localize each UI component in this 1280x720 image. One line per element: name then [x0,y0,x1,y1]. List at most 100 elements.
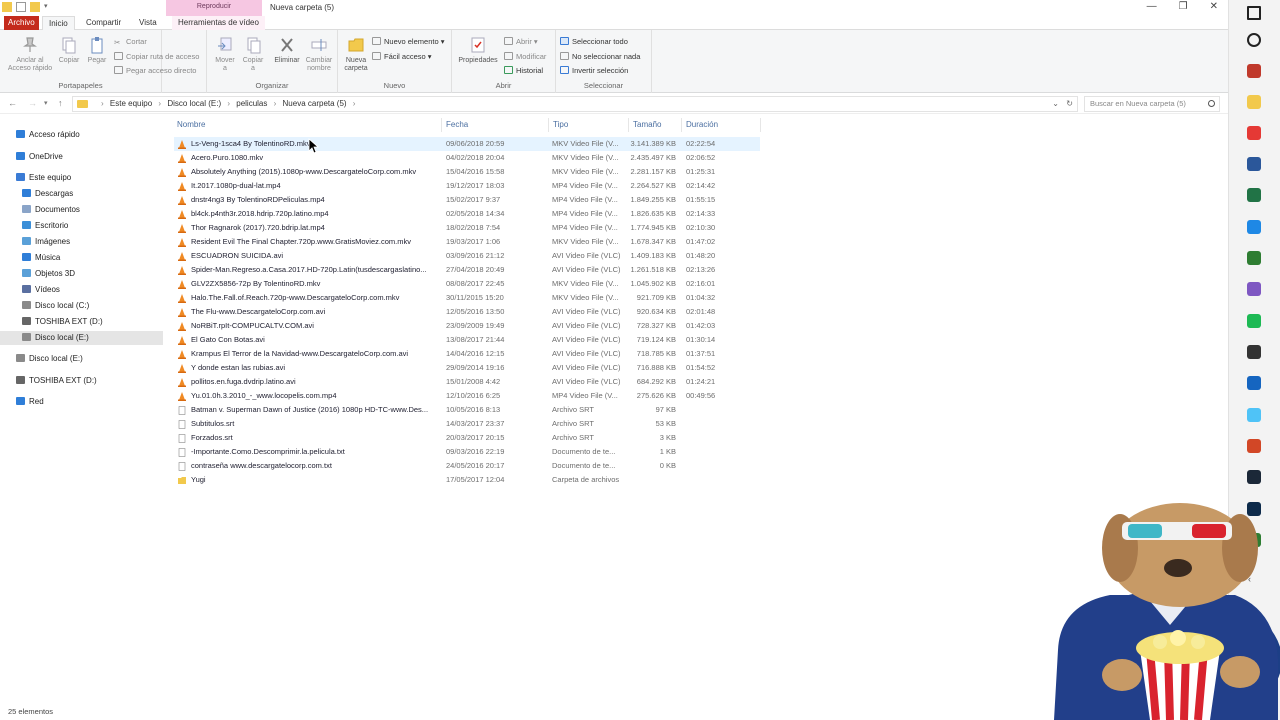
column-header-tipo[interactable]: Tipo [553,118,568,132]
sidebar-item-toshiba-ext[interactable]: TOSHIBA EXT (D:) [16,374,97,388]
close-button[interactable]: ✕ [1210,1,1218,12]
powerpoint-icon[interactable] [1247,439,1261,453]
tab-vista[interactable]: Vista [133,16,163,30]
sidebar-item-red[interactable]: Red [16,395,44,409]
file-row[interactable]: Forzados.srt 20/03/2017 20:15 Archivo SRT 3… [174,431,760,445]
column-header-fecha[interactable]: Fecha [446,118,468,132]
edit-button[interactable]: Modificar [504,52,546,61]
paste-button[interactable]: Pegar [84,36,110,65]
column-divider[interactable] [760,118,761,132]
sidebar-item-disco-e-selected[interactable]: Disco local (E:) [0,331,163,345]
file-row[interactable]: -Importante.Como.Descomprimir.la.pelicul… [174,445,760,459]
file-row[interactable]: The Flu-www.DescargateloCorp.com.avi 12/0… [174,305,760,319]
context-tab-reproducir[interactable]: Reproducir [166,0,262,16]
app-icon[interactable] [1247,64,1261,78]
sidebar-item-descargas[interactable]: Descargas [22,187,73,201]
app-icon[interactable] [1247,408,1261,422]
file-row[interactable]: Spider-Man.Regreso.a.Casa.2017.HD-720p.L… [174,263,760,277]
sidebar-item-disco-c[interactable]: Disco local (C:) [22,299,89,313]
file-row[interactable]: bl4ck.p4nth3r.2018.hdrip.720p.latino.mp4… [174,207,760,221]
windows-icon[interactable] [1247,6,1261,20]
search-input[interactable]: Buscar en Nueva carpeta (5) [1084,96,1220,112]
app-icon[interactable] [1247,251,1261,265]
tab-archivo[interactable]: Archivo [4,16,39,30]
media-icon[interactable] [1247,345,1261,359]
file-explorer-icon[interactable] [1247,95,1261,109]
file-row[interactable]: GLV2ZX5856-72p By TolentinoRD.mkv 08/08/2… [174,277,760,291]
breadcrumb-item[interactable]: Nueva carpeta (5) [283,99,347,108]
tab-herramientas-de-video[interactable]: Herramientas de vídeo [172,16,265,30]
sidebar-item-este-equipo[interactable]: Este equipo [16,171,71,185]
folder-icon[interactable] [2,2,12,12]
column-divider[interactable] [681,118,682,132]
paste-shortcut-button[interactable]: Pegar acceso directo [114,66,196,75]
properties-icon[interactable] [16,2,26,12]
file-row[interactable]: Krampus El Terror de la Navidad-www.Desc… [174,347,760,361]
sidebar-item-onedrive[interactable]: OneDrive [16,150,63,164]
select-none-button[interactable]: No seleccionar nada [560,52,640,61]
sidebar-item-imagenes[interactable]: Imágenes [22,235,70,249]
file-row[interactable]: ESCUADRON SUICIDA.avi 03/09/2016 21:12 AVI… [174,249,760,263]
file-row[interactable]: El Gato Con Botas.avi 13/08/2017 21:44 AVI… [174,333,760,347]
new-folder-icon[interactable] [30,2,40,12]
sidebar-item-escritorio[interactable]: Escritorio [22,219,68,233]
breadcrumb-item[interactable]: Disco local (E:) [167,99,221,108]
forward-arrow-icon[interactable]: → [28,98,37,108]
recent-locations-icon[interactable]: ▾ [44,99,48,107]
sidebar-item-disco-e[interactable]: Disco local (E:) [16,352,83,366]
open-button[interactable]: Abrir ▾ [504,37,538,46]
sidebar-item-acceso-rapido[interactable]: Acceso rápido [16,128,80,142]
properties-button[interactable]: Propiedades [456,36,500,65]
copy-to-button[interactable]: Copiar a [239,36,267,73]
refresh-icon[interactable]: ↻ [1066,97,1073,111]
file-row[interactable]: Acero.Puro.1080.mkv 04/02/2018 20:04 MKV V… [174,151,760,165]
invert-selection-button[interactable]: Invertir selección [560,66,628,75]
spotify-icon[interactable] [1247,314,1261,328]
file-row[interactable]: Thor Ragnarok (2017).720.bdrip.lat.mp4 18… [174,221,760,235]
minimize-button[interactable]: — [1147,1,1157,12]
file-row[interactable]: Resident Evil The Final Chapter.720p.www… [174,235,760,249]
file-row[interactable]: Subtitulos.srt 14/03/2017 23:37 Archivo SR… [174,417,760,431]
file-row[interactable]: dnstr4ng3 By TolentinoRDPeliculas.mp4 15/… [174,193,760,207]
column-header-tamano[interactable]: Tamaño [633,118,661,132]
file-row[interactable]: Ls-Veng-1sca4 By TolentinoRD.mkv 09/06/20… [174,137,760,151]
new-item-button[interactable]: Nuevo elemento ▾ [372,37,444,46]
pin-quick-access-button[interactable]: Anclar al Acceso rápido [4,36,56,73]
new-folder-button[interactable]: Nueva carpeta [340,36,372,73]
file-row[interactable]: Halo.The.Fall.of.Reach.720p-www.Descarga… [174,291,760,305]
select-all-button[interactable]: Seleccionar todo [560,37,628,46]
sidebar-item-toshiba-d[interactable]: TOSHIBA EXT (D:) [22,315,103,329]
tab-compartir[interactable]: Compartir [80,16,127,30]
sidebar-item-videos[interactable]: Vídeos [22,283,60,297]
sidebar-item-musica[interactable]: Música [22,251,60,265]
chevron-down-icon[interactable]: ⌄ [1052,97,1059,111]
breadcrumb-item[interactable]: peliculas [236,99,267,108]
search-icon[interactable] [1247,33,1261,47]
cut-button[interactable]: ✂ Cortar [114,37,147,47]
word-icon[interactable] [1247,157,1261,171]
file-row[interactable]: It.2017.1080p-dual-lat.mp4 19/12/2017 18:… [174,179,760,193]
file-row[interactable]: Yugi 17/05/2017 12:04 Carpeta de archivos [174,473,760,487]
app-icon[interactable] [1247,282,1261,296]
steam-icon[interactable] [1247,470,1261,484]
file-row[interactable]: Batman v. Superman Dawn of Justice (2016… [174,403,760,417]
file-row[interactable]: pollitos.en.fuga.dvdrip.latino.avi 15/01/… [174,375,760,389]
column-divider[interactable] [548,118,549,132]
up-arrow-icon[interactable]: ↑ [58,98,63,108]
copy-path-button[interactable]: Copiar ruta de acceso [114,52,199,61]
breadcrumb[interactable]: › Este equipo › Disco local (E:) › pelic… [72,96,1078,112]
file-row[interactable]: NoRBiT.rpIt-COMPUCALTV.COM.avi 23/09/2009… [174,319,760,333]
chrome-icon[interactable] [1247,126,1261,140]
edge-icon[interactable] [1247,220,1261,234]
chevron-down-icon[interactable]: ▾ [44,2,54,12]
sidebar-item-documentos[interactable]: Documentos [22,203,80,217]
app-icon[interactable] [1247,376,1261,390]
back-arrow-icon[interactable]: ← [8,98,17,108]
file-row[interactable]: Y donde estan las rubias.avi 29/09/2014 1… [174,361,760,375]
column-divider[interactable] [628,118,629,132]
copy-button[interactable]: Copiar [56,36,82,65]
tab-inicio[interactable]: Inicio [42,16,75,30]
file-row[interactable]: Yu.01.0h.3.2010_-_www.locopelis.com.mp4 1… [174,389,760,403]
column-divider[interactable] [441,118,442,132]
excel-icon[interactable] [1247,188,1261,202]
